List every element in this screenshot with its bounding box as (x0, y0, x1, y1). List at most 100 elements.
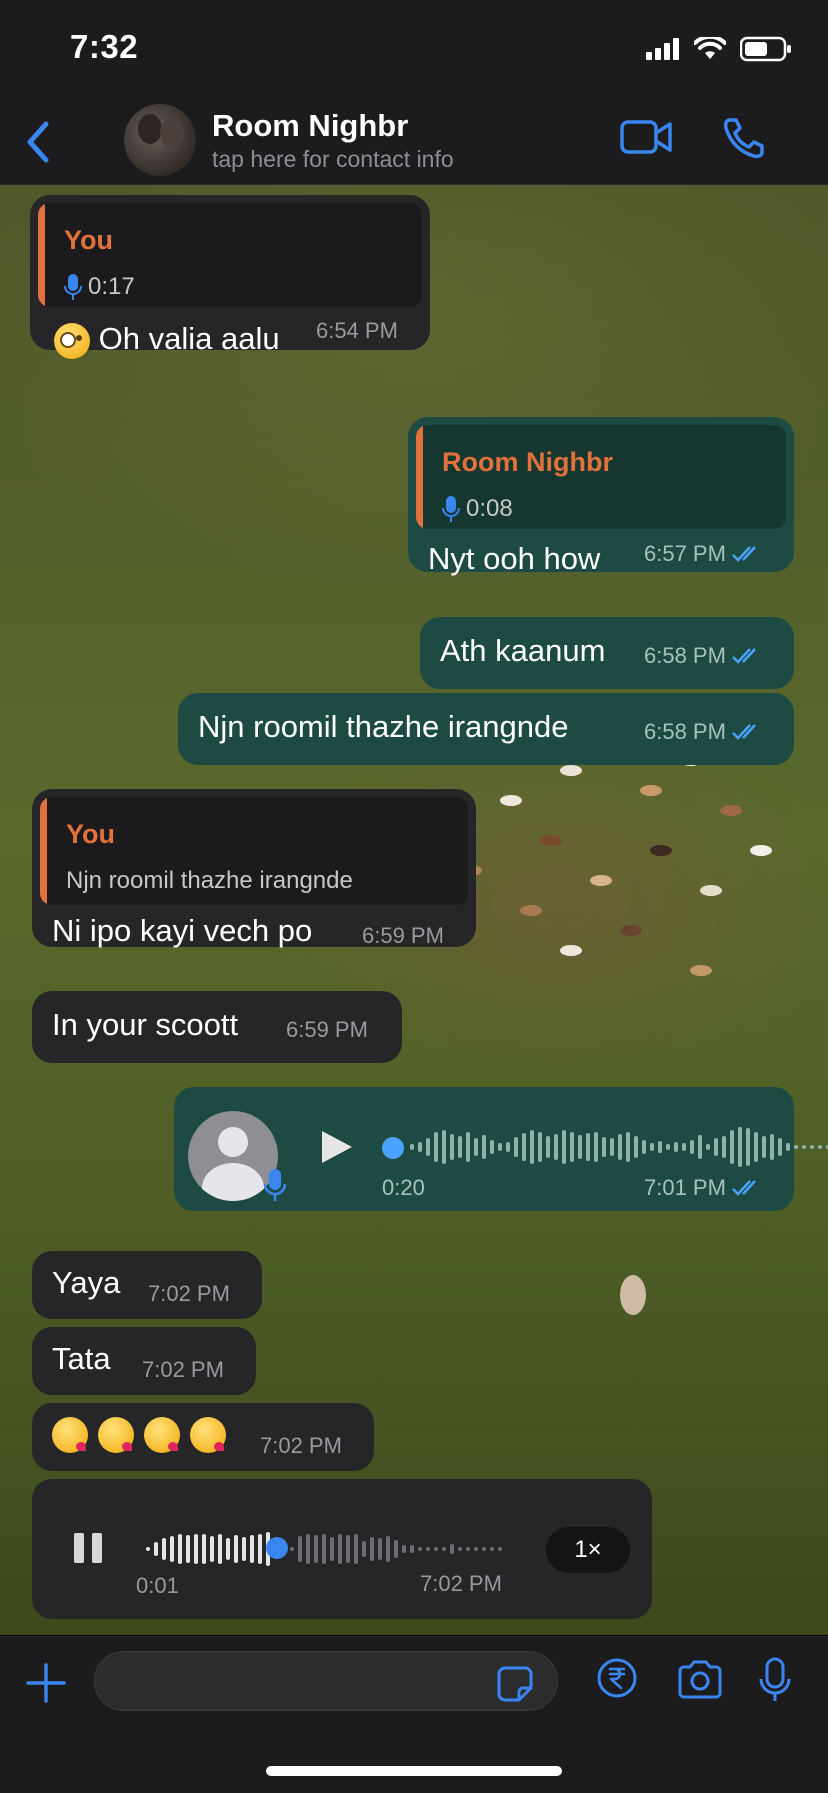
sticker-icon[interactable] (495, 1664, 535, 1704)
message-time: 6:58 PM (644, 643, 726, 668)
waveform-bar (482, 1547, 486, 1551)
message-text: Oh valia aalu (54, 321, 280, 359)
waveform-bar (362, 1541, 366, 1557)
kissing-face-emoji (190, 1417, 226, 1453)
contact-name[interactable]: Room Nighbr (212, 108, 408, 144)
waveform-bar (162, 1538, 166, 1560)
message-bubble-outgoing[interactable]: Ath kaanum 6:58 PM (420, 617, 794, 689)
waveform-bar (642, 1140, 646, 1154)
waveform-bar (770, 1134, 774, 1160)
waveform-bar (258, 1534, 262, 1564)
message-body: Tata (52, 1341, 111, 1376)
message-time: 6:57 PM (644, 541, 726, 566)
playback-speed-button[interactable]: 1× (546, 1527, 630, 1573)
voice-elapsed: 0:01 (136, 1573, 179, 1598)
reply-quote[interactable]: Room Nighbr 0:08 (416, 425, 786, 529)
waveform-bar (578, 1135, 582, 1159)
waveform-bar (682, 1143, 686, 1151)
waveform-bar (698, 1135, 702, 1159)
waveform-bar (434, 1132, 438, 1162)
status-time: 7:32 (70, 28, 139, 65)
message-bubble-incoming[interactable]: In your scoott 6:59 PM (32, 991, 402, 1063)
voice-progress-dot[interactable] (382, 1137, 404, 1159)
waveform-bar (482, 1135, 486, 1159)
contact-info-hint[interactable]: tap here for contact info (212, 146, 454, 173)
voice-waveform[interactable] (146, 1527, 502, 1571)
back-chevron-icon[interactable] (24, 120, 52, 164)
pause-icon[interactable] (74, 1533, 104, 1563)
message-body: In your scoott (52, 1007, 239, 1042)
mic-icon (264, 1169, 286, 1201)
play-icon[interactable] (320, 1129, 354, 1165)
message-body: Yaya (52, 1265, 121, 1300)
chat-area[interactable]: You 0:17 Oh valia aalu 6:54 PM Room Nigh… (0, 185, 828, 1635)
waveform-bar (818, 1145, 822, 1149)
waveform-bar (498, 1547, 502, 1551)
message-time: 7:02 PM (260, 1433, 342, 1458)
waveform-bar (426, 1138, 430, 1156)
waveform-bar (314, 1535, 318, 1563)
message-input[interactable] (94, 1651, 558, 1711)
message-meta: 6:57 PM (644, 541, 764, 567)
reply-quote-duration: 0:17 (88, 273, 135, 300)
voice-record-mic-icon[interactable] (758, 1657, 792, 1703)
plus-icon[interactable] (26, 1663, 66, 1703)
waveform-bar (722, 1136, 726, 1158)
message-body: Njn roomil thazhe irangnde (198, 709, 569, 744)
waveform-bar (538, 1132, 542, 1162)
message-body: Ath kaanum (440, 633, 606, 668)
waveform-bar (330, 1537, 334, 1561)
home-indicator (266, 1766, 562, 1776)
message-bubble-outgoing[interactable]: Njn roomil thazhe irangnde 6:58 PM (178, 693, 794, 765)
waveform-bar (466, 1132, 470, 1162)
voice-progress-dot[interactable] (266, 1537, 288, 1559)
voice-message-outgoing[interactable]: 0:20 7:01 PM (174, 1087, 828, 1211)
reply-quote[interactable]: You 0:17 (38, 203, 422, 307)
waveform-bar (754, 1132, 758, 1162)
message-time: 7:02 PM (148, 1281, 230, 1306)
waveform-bar (290, 1547, 294, 1551)
status-bar: 7:32 (0, 0, 828, 100)
rupee-payment-icon[interactable] (596, 1657, 638, 1699)
message-input-field[interactable] (115, 1666, 469, 1698)
waveform-bar (202, 1534, 206, 1564)
waveform-bar (410, 1545, 414, 1553)
message-body: Oh valia aalu (98, 321, 280, 356)
battery-icon (740, 36, 791, 62)
message-bubble-incoming[interactable]: You 0:17 Oh valia aalu 6:54 PM (30, 195, 430, 359)
read-receipt-icon (732, 1180, 756, 1196)
reply-quote-author: Room Nighbr (442, 447, 613, 477)
voice-message-incoming[interactable]: 0:01 7:02 PM 1× (32, 1479, 652, 1619)
waveform-bar (522, 1133, 526, 1161)
message-time: 6:58 PM (644, 719, 726, 744)
waveform-bar (490, 1140, 494, 1154)
waveform-bar (738, 1127, 742, 1167)
voice-waveform[interactable] (410, 1125, 828, 1169)
waveform-bar (186, 1535, 190, 1563)
message-time: 6:59 PM (286, 1017, 368, 1042)
message-body: Nyt ooh how (428, 541, 601, 576)
waveform-bar (762, 1136, 766, 1158)
playback-speed-label: 1× (574, 1536, 602, 1563)
phone-call-icon[interactable] (722, 116, 766, 160)
waveform-bar (418, 1547, 422, 1551)
camera-icon[interactable] (676, 1659, 724, 1699)
video-call-icon[interactable] (620, 118, 672, 156)
message-bubble-outgoing[interactable]: Room Nighbr 0:08 Nyt ooh how 6:57 PM (408, 417, 794, 576)
waveform-bar (626, 1132, 630, 1162)
waveform-bar (466, 1547, 470, 1551)
waveform-bar (378, 1538, 382, 1560)
waveform-bar (666, 1144, 670, 1150)
message-bubble-incoming[interactable]: Tata 7:02 PM (32, 1327, 256, 1395)
message-bubble-incoming[interactable]: Yaya 7:02 PM (32, 1251, 262, 1319)
contact-avatar[interactable] (124, 104, 196, 176)
waveform-bar (514, 1137, 518, 1157)
message-time: 7:02 PM (420, 1571, 502, 1596)
reply-quote-content: 0:17 (64, 273, 135, 301)
waveform-bar (458, 1547, 462, 1551)
waveform-bar (322, 1534, 326, 1564)
message-bubble-incoming[interactable]: 7:02 PM (32, 1403, 374, 1471)
reply-quote[interactable]: You Njn roomil thazhe irangnde (40, 797, 468, 905)
message-time: 6:59 PM (362, 923, 444, 948)
message-bubble-incoming[interactable]: You Njn roomil thazhe irangnde Ni ipo ka… (32, 789, 476, 948)
